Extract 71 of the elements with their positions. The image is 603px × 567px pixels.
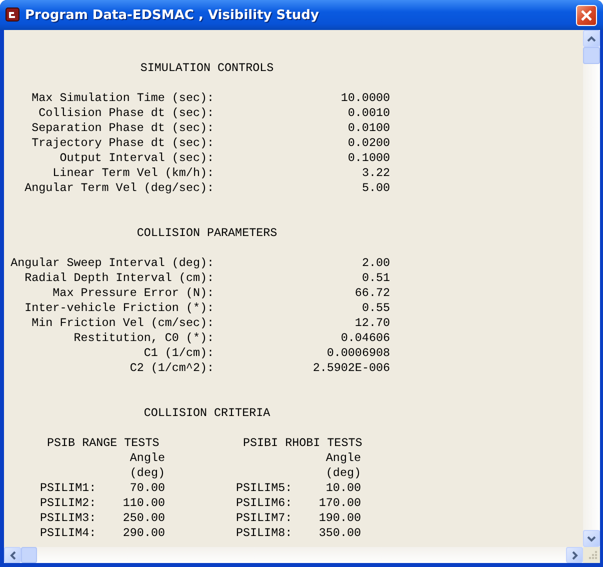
parameter-label: Min Friction Vel (cm/sec): <box>30 316 214 331</box>
close-icon <box>580 8 593 22</box>
parameter-label: C1 (1/cm): <box>142 346 214 361</box>
parameter-label: Collision Phase dt (sec): <box>38 106 214 121</box>
app-icon <box>5 7 21 23</box>
section-heading: COLLISION CRITERIA <box>142 406 272 421</box>
parameter-value: 0.55 <box>360 301 390 316</box>
parameter-value: 70.00 <box>130 481 165 496</box>
scroll-down-button[interactable] <box>583 530 600 547</box>
parameter-label: Inter-vehicle Friction (*): <box>24 301 214 316</box>
parameter-value: 66.72 <box>354 286 390 301</box>
chevron-down-icon <box>587 536 596 542</box>
parameter-label: Radial Depth Interval (cm): <box>24 271 214 286</box>
parameter-label: PSILIM2: <box>40 496 96 511</box>
parameter-label: PSILIM1: <box>40 481 96 496</box>
scroll-thumb[interactable] <box>21 547 37 563</box>
parameter-value: 0.1000 <box>346 151 390 166</box>
scroll-right-button[interactable] <box>566 547 583 563</box>
parameter-label: Output Interval (sec): <box>58 151 214 166</box>
parameter-label: Max Simulation Time (sec): <box>30 91 214 106</box>
parameter-label: Trajectory Phase dt (sec): <box>30 136 214 151</box>
parameter-value: 2.00 <box>360 256 390 271</box>
parameter-label: PSILIM5: <box>236 481 292 496</box>
group-heading: PSIBI RHOBI TESTS <box>242 436 361 451</box>
scroll-up-button[interactable] <box>583 30 600 47</box>
parameter-value: 10.00 <box>326 481 361 496</box>
parameter-label: Restitution, C0 (*): <box>72 331 214 346</box>
section-heading: SIMULATION CONTROLS <box>139 61 275 76</box>
section-heading: COLLISION PARAMETERS <box>136 226 278 241</box>
scroll-thumb[interactable] <box>583 47 600 64</box>
parameter-label: PSILIM6: <box>236 496 292 511</box>
parameter-value: 12.70 <box>354 316 390 331</box>
parameter-label: Angular Term Vel (deg/sec): <box>24 181 214 196</box>
parameter-value: 0.0100 <box>346 121 390 136</box>
column-heading: Angle <box>326 451 361 466</box>
parameter-label: PSILIM8: <box>236 526 292 541</box>
window-title: Program Data-EDSMAC , Visibility Study <box>25 8 319 22</box>
chevron-right-icon <box>572 550 578 560</box>
parameter-value: 170.00 <box>318 496 361 511</box>
parameter-value: 3.22 <box>360 166 390 181</box>
chevron-up-icon <box>587 36 596 42</box>
parameter-label: PSILIM7: <box>236 511 292 526</box>
parameter-label: C2 (1/cm^2): <box>128 361 214 376</box>
parameter-value: 5.00 <box>360 181 390 196</box>
parameter-value: 290.00 <box>122 526 165 541</box>
horizontal-scrollbar[interactable] <box>4 547 583 563</box>
parameter-label: Max Pressure Error (N): <box>52 286 214 301</box>
parameter-value: 250.00 <box>122 511 165 526</box>
close-button[interactable] <box>576 4 597 26</box>
parameter-label: Linear Term Vel (km/h): <box>52 166 214 181</box>
parameter-value: 190.00 <box>318 511 361 526</box>
parameter-value: 2.5902E-006 <box>312 361 390 376</box>
vertical-scrollbar[interactable] <box>583 30 600 547</box>
parameter-value: 0.0010 <box>346 106 390 121</box>
parameter-value: 110.00 <box>122 496 165 511</box>
column-heading: (deg) <box>326 466 361 481</box>
parameter-value: 0.51 <box>360 271 390 286</box>
column-heading: (deg) <box>130 466 165 481</box>
column-heading: Angle <box>130 451 165 466</box>
chevron-left-icon <box>10 550 16 560</box>
parameter-value: 0.0006908 <box>326 346 390 361</box>
parameter-label: PSILIM4: <box>40 526 96 541</box>
group-heading: PSIB RANGE TESTS <box>46 436 160 451</box>
parameter-value: 0.04606 <box>340 331 390 346</box>
scroll-left-button[interactable] <box>4 547 21 563</box>
parameter-value: 350.00 <box>318 526 361 541</box>
parameter-value: 0.0200 <box>346 136 390 151</box>
parameter-label: Angular Sweep Interval (deg): <box>10 256 214 271</box>
parameter-value: 10.0000 <box>340 91 390 106</box>
parameter-label: PSILIM3: <box>40 511 96 526</box>
parameter-label: Separation Phase dt (sec): <box>30 121 214 136</box>
